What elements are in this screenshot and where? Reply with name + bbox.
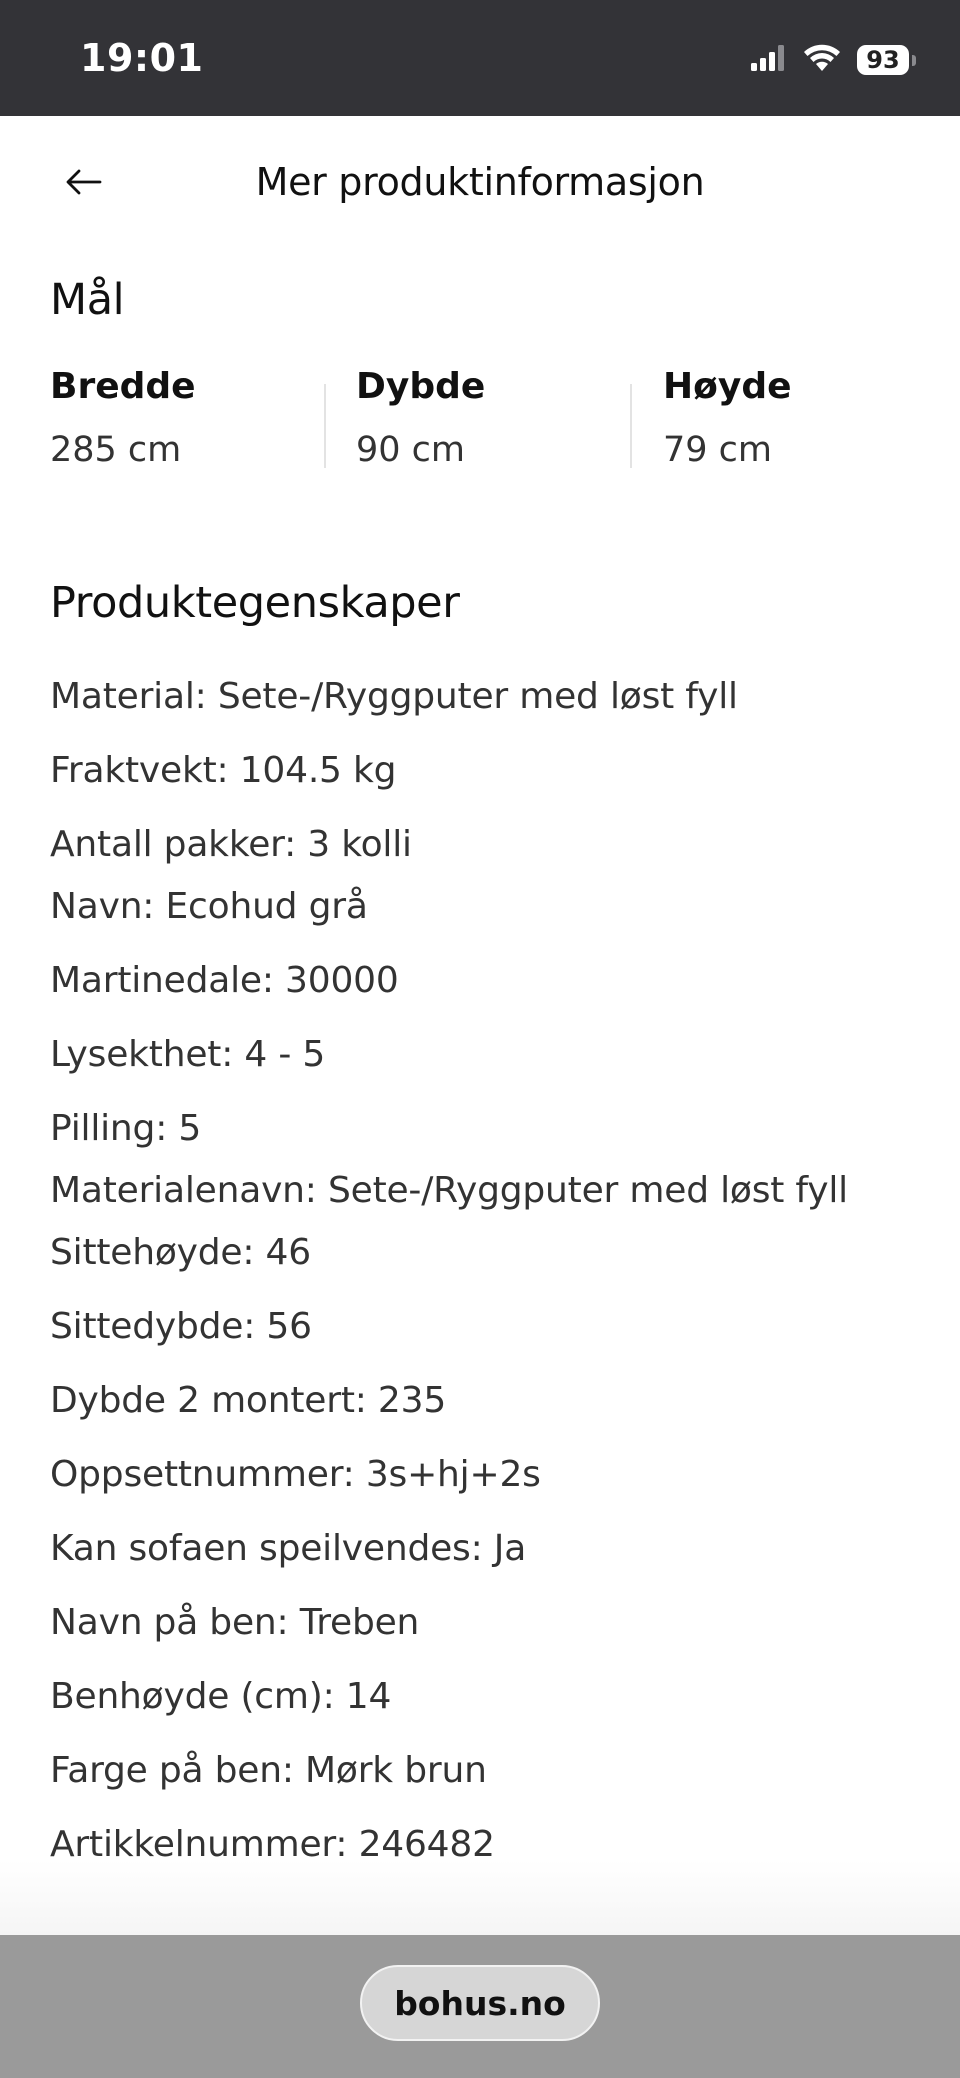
list-item: Navn på ben: Treben	[50, 1602, 420, 1643]
cellular-signal-icon	[751, 45, 787, 75]
list-item: Antall pakker: 3 kolli	[50, 824, 412, 865]
list-item: Martinedale: 30000	[50, 960, 399, 1001]
list-item: Artikkelnummer: 246482	[50, 1824, 495, 1865]
dimension-depth: Dybde 90 cm	[356, 366, 616, 470]
page-title: Mer produktinformasjon	[255, 160, 705, 204]
list-item: Farge på ben: Mørk brun	[50, 1750, 487, 1791]
status-icons: 93	[751, 44, 916, 76]
dimension-width: Bredde 285 cm	[50, 366, 310, 470]
dimension-label: Bredde	[50, 366, 196, 407]
list-item: Sittedybde: 56	[50, 1306, 312, 1347]
battery-icon: 93	[857, 45, 916, 75]
list-item: Navn: Ecohud grå	[50, 886, 368, 927]
dimension-divider	[324, 384, 326, 468]
list-item: Fraktvekt: 104.5 kg	[50, 750, 397, 791]
list-item: Kan sofaen speilvendes: Ja	[50, 1528, 527, 1569]
dimensions-row: Bredde 285 cm Dybde 90 cm Høyde 79 cm	[50, 366, 910, 476]
properties-heading: Produktegenskaper	[50, 578, 460, 628]
dimension-value: 79 cm	[663, 430, 772, 470]
browser-fade	[0, 1860, 960, 1935]
list-item: Material: Sete-/Ryggputer med løst fyll	[50, 676, 738, 717]
url-bar[interactable]: bohus.no	[360, 1965, 600, 2041]
dimensions-heading: Mål	[50, 275, 125, 325]
list-item: Materialenavn: Sete-/Ryggputer med løst …	[50, 1170, 848, 1211]
battery-tip	[912, 54, 916, 66]
browser-toolbar: bohus.no	[0, 1935, 960, 2078]
dimension-value: 90 cm	[356, 430, 465, 470]
dimension-value: 285 cm	[50, 430, 182, 470]
battery-level: 93	[857, 45, 909, 75]
dimension-divider	[630, 384, 632, 468]
list-item: Lysekthet: 4 - 5	[50, 1034, 326, 1075]
dimension-label: Dybde	[356, 366, 486, 407]
list-item: Sittehøyde: 46	[50, 1232, 311, 1273]
list-item: Dybde 2 montert: 235	[50, 1380, 447, 1421]
dimension-label: Høyde	[663, 366, 792, 407]
page-header: Mer produktinformasjon	[0, 116, 960, 251]
wifi-icon	[803, 44, 841, 76]
list-item: Benhøyde (cm): 14	[50, 1676, 392, 1717]
dimension-height: Høyde 79 cm	[663, 366, 923, 470]
status-bar: 19:01 93	[0, 0, 960, 116]
status-time: 19:01	[80, 36, 204, 80]
list-item: Oppsettnummer: 3s+hj+2s	[50, 1454, 541, 1495]
list-item: Pilling: 5	[50, 1108, 202, 1149]
